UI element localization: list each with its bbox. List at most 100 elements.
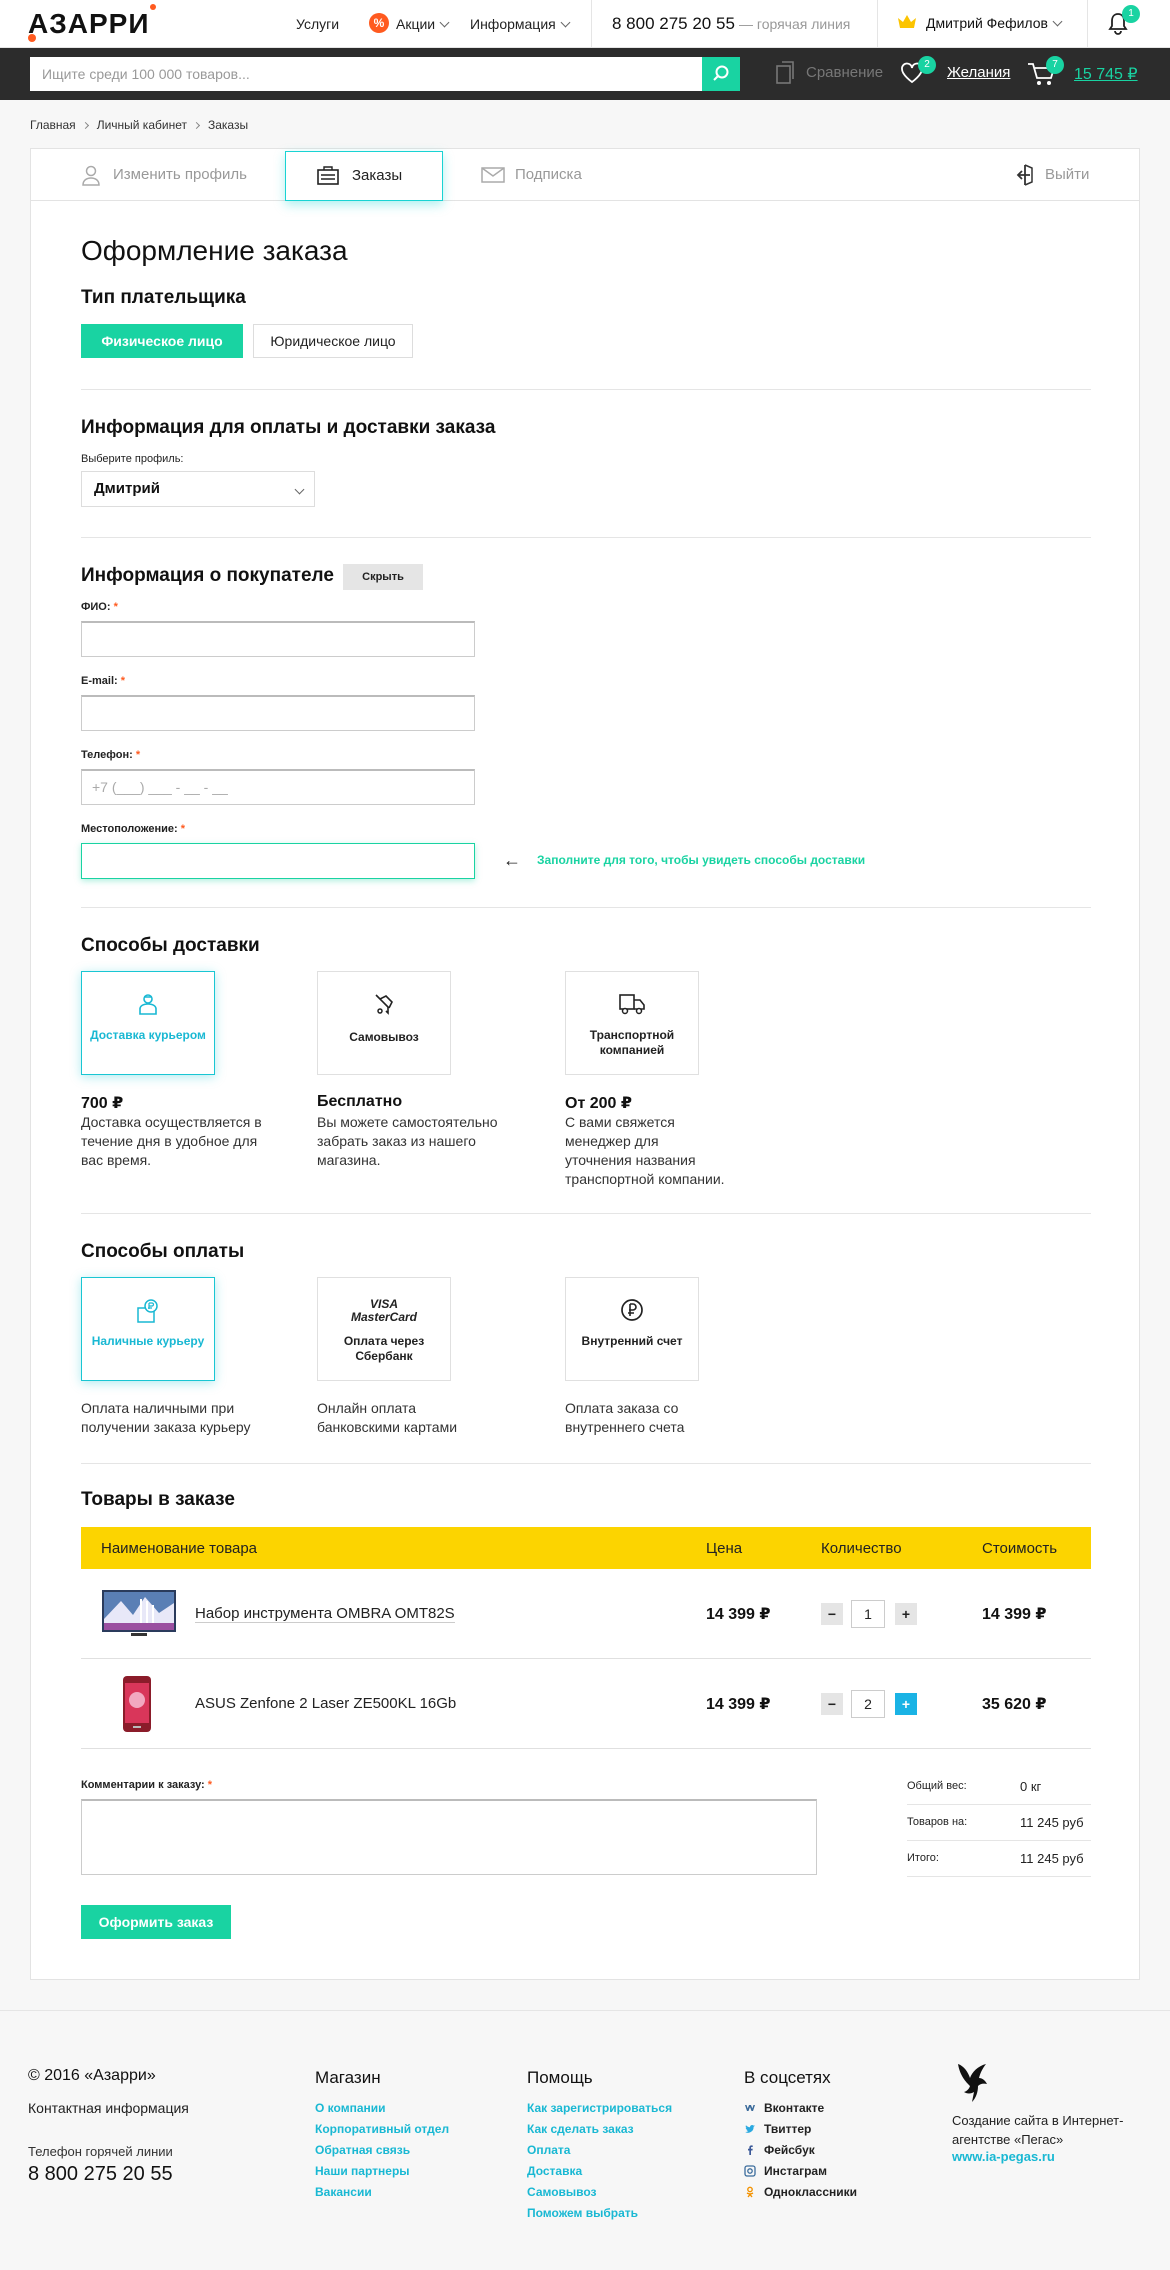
user-name: Дмитрий Фефилов <box>926 15 1048 31</box>
delivery-transport-card[interactable]: Транспортной компанией <box>565 971 699 1075</box>
tab-subscription[interactable]: Подписка <box>515 149 582 201</box>
divider <box>81 1463 1091 1464</box>
col-quantity: Количество <box>821 1540 902 1557</box>
social-instagram-link[interactable]: Инстаграм <box>744 2164 827 2178</box>
delivery-courier-card[interactable]: Доставка курьером <box>81 971 215 1075</box>
logout-link[interactable]: Выйти <box>1045 149 1089 201</box>
table-row: Набор инструмента OMBRA OMT82S 14 399 ₽ … <box>81 1569 1091 1659</box>
fio-input[interactable] <box>81 621 475 657</box>
chevron-down-icon <box>560 17 571 28</box>
footer-link[interactable]: Самовывоз <box>527 2185 597 2199</box>
compare-link[interactable]: Сравнение <box>806 64 883 81</box>
product-name-link[interactable]: ASUS Zenfone 2 Laser ZE500KL 16Gb <box>195 1695 456 1712</box>
tab-edit-profile[interactable]: Изменить профиль <box>113 149 247 201</box>
phone-input[interactable]: +7 (___) ___ - __ - __ <box>81 769 475 805</box>
product-name-link[interactable]: Набор инструмента OMBRA OMT82S <box>195 1605 455 1623</box>
payment-cash-card[interactable]: Наличные курьеру <box>81 1277 215 1381</box>
quantity-decrease-button[interactable]: − <box>821 1693 843 1715</box>
social-ok-link[interactable]: Одноклассники <box>744 2185 857 2199</box>
footer-link[interactable]: Обратная связь <box>315 2143 410 2157</box>
cart-total-link[interactable]: 15 745 ₽ <box>1074 64 1138 84</box>
footer-link[interactable]: Доставка <box>527 2164 582 2178</box>
payment-sberbank-label: Оплата через Сбербанк <box>343 1334 425 1363</box>
quantity-increase-button[interactable]: + <box>895 1603 917 1625</box>
social-vk-link[interactable]: Вконтакте <box>744 2101 824 2115</box>
delivery-transport-price: От 200 ₽ <box>565 1095 632 1112</box>
product-total: 35 620 ₽ <box>982 1696 1047 1713</box>
hide-buyer-info-button[interactable]: Скрыть <box>343 564 423 590</box>
facebook-icon <box>744 2144 756 2156</box>
tv-image[interactable] <box>101 1589 177 1639</box>
summary-total: Итого: 11 245 руб <box>907 1841 1091 1877</box>
products-title: Товары в заказе <box>81 1489 235 1510</box>
divider <box>81 537 1091 538</box>
footer-hotline-phone[interactable]: 8 800 275 20 55 <box>28 2163 173 2186</box>
footer-shop-title: Магазин <box>315 2068 381 2087</box>
footer-link[interactable]: Поможем выбрать <box>527 2206 638 2220</box>
social-twitter-link[interactable]: Твиттер <box>744 2122 811 2136</box>
payer-individual-button[interactable]: Физическое лицо <box>81 324 243 358</box>
quantity-input[interactable]: 2 <box>851 1690 885 1718</box>
logo-dot <box>150 4 156 10</box>
footer-link[interactable]: Как зарегистрироваться <box>527 2101 672 2115</box>
profile-select[interactable]: Дмитрий <box>81 471 315 507</box>
nav-services[interactable]: Услуги <box>296 16 339 32</box>
summary-label: Общий вес: <box>907 1780 967 1792</box>
footer-link[interactable]: Наши партнеры <box>315 2164 410 2178</box>
search-input[interactable] <box>30 57 702 91</box>
breadcrumb-account[interactable]: Личный кабинет <box>97 118 187 132</box>
payer-legal-button[interactable]: Юридическое лицо <box>253 324 413 358</box>
logo[interactable]: АЗАРРИ <box>28 8 149 40</box>
footer-contact-link[interactable]: Контактная информация <box>28 2100 189 2116</box>
footer-link[interactable]: Оплата <box>527 2143 570 2157</box>
footer-link[interactable]: О компании <box>315 2101 386 2115</box>
location-input[interactable] <box>81 843 475 879</box>
required-mark: * <box>120 675 126 687</box>
footer-link[interactable]: Корпоративный отдел <box>315 2122 449 2136</box>
quantity-decrease-button[interactable]: − <box>821 1603 843 1625</box>
search-button[interactable] <box>702 57 740 91</box>
payment-title: Способы оплаты <box>81 1241 245 1262</box>
tab-orders-label: Заказы <box>352 167 403 184</box>
phone-label: Телефон: * <box>81 749 140 761</box>
email-input[interactable] <box>81 695 475 731</box>
page-title: Оформление заказа <box>81 235 348 266</box>
tab-orders[interactable]: Заказы <box>285 151 443 201</box>
footer-link[interactable]: Как сделать заказ <box>527 2122 634 2136</box>
logout-icon <box>1016 164 1033 186</box>
payment-sberbank-card[interactable]: VISA MasterCard Оплата через Сбербанк <box>317 1277 451 1381</box>
required-mark: * <box>135 749 141 761</box>
divider <box>591 0 592 48</box>
product-price: 14 399 ₽ <box>706 1606 771 1623</box>
delivery-pickup-desc: Вы можете самостоятельно забрать заказ и… <box>317 1114 498 1168</box>
comment-textarea[interactable] <box>81 1799 817 1875</box>
pegas-logo-icon <box>958 2064 987 2102</box>
payment-internal-card[interactable]: Внутренний счет <box>565 1277 699 1381</box>
quantity-increase-button[interactable]: + <box>895 1693 917 1715</box>
footer-link[interactable]: Вакансии <box>315 2185 372 2199</box>
divider <box>1087 0 1088 48</box>
profile-select-value: Дмитрий <box>94 480 160 497</box>
submit-order-button[interactable]: Оформить заказ <box>81 1905 231 1939</box>
product-total: 14 399 ₽ <box>982 1606 1047 1623</box>
location-hint: Заполните для того, чтобы увидеть способ… <box>537 853 866 867</box>
buyer-info-title: Информация о покупателе <box>81 565 334 586</box>
wishlist-link[interactable]: Желания <box>947 64 1010 81</box>
col-price: Цена <box>706 1540 743 1557</box>
col-name: Наименование товара <box>101 1540 258 1557</box>
chevron-down-icon <box>439 17 450 28</box>
hotline-phone[interactable]: 8 800 275 20 55 <box>612 14 735 34</box>
delivery-pickup-card[interactable]: Самовывоз <box>317 971 451 1075</box>
phone-image[interactable] <box>121 1675 153 1733</box>
user-menu[interactable]: Дмитрий Фефилов <box>926 15 1063 31</box>
social-facebook-link[interactable]: Фейсбук <box>744 2143 815 2157</box>
quantity-input[interactable]: 1 <box>851 1600 885 1628</box>
crown-icon <box>898 15 916 28</box>
nav-promotions[interactable]: Акции <box>396 16 450 32</box>
products-table-header: Наименование товара Цена Количество Стои… <box>81 1527 1091 1569</box>
divider <box>81 389 1091 390</box>
breadcrumb-home[interactable]: Главная <box>30 118 76 132</box>
col-total: Стоимость <box>982 1540 1058 1557</box>
nav-information[interactable]: Информация <box>470 16 571 32</box>
agency-link[interactable]: www.ia-pegas.ru <box>952 2149 1055 2164</box>
